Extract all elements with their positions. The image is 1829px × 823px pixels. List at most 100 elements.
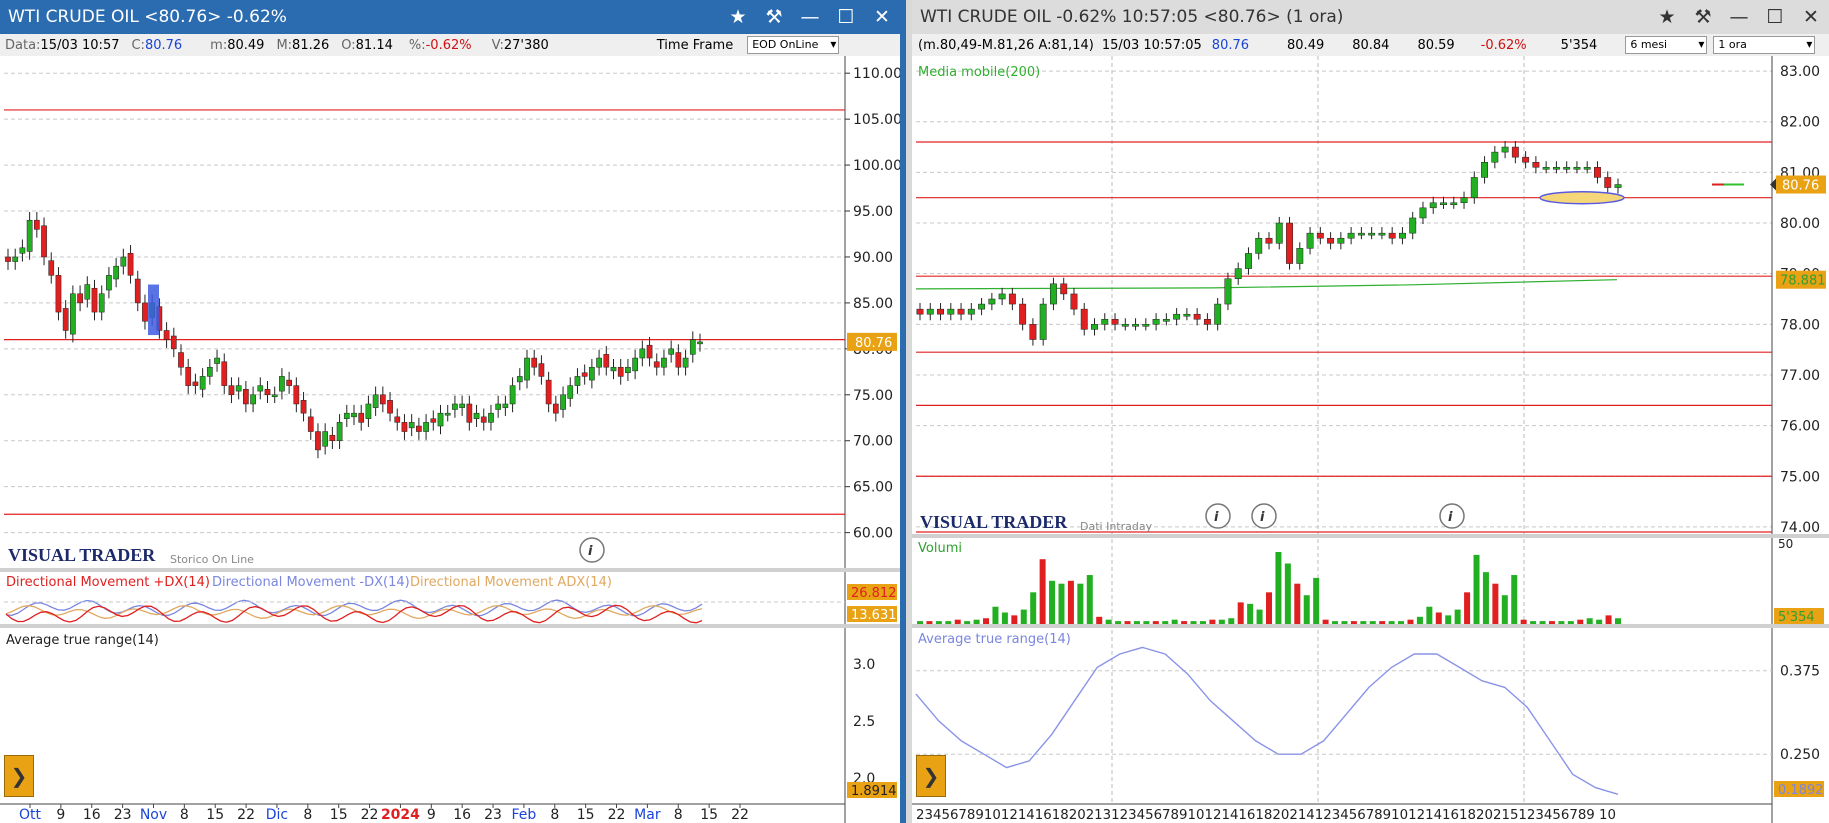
candle-body [437,412,444,427]
candle-body [351,412,357,418]
candle-body [1552,167,1560,170]
draw-tool-icon[interactable]: ⚒ [1685,0,1721,34]
maximize-icon[interactable]: ☐ [828,0,864,34]
candle-body [1337,237,1345,244]
x-axis-label: 23 [484,807,502,823]
candle-body [697,341,703,345]
draw-tool-icon[interactable]: ⚒ [756,0,792,34]
x-axis-labels: 2345678910121416182021312345678910121416… [916,808,1616,823]
candle-body [967,308,975,315]
pct-value: -0.62% [1480,37,1527,53]
candle-body [538,363,545,377]
x-axis-label: 8 [303,807,312,823]
candle-body [661,357,667,368]
candle-body [1224,278,1232,305]
dm-minus-label: Directional Movement -DX(14) [212,575,410,590]
atr-tick-label: 2.5 [853,714,875,730]
candle-body [120,256,127,267]
timeframe-select[interactable]: EOD OnLine [747,36,840,54]
volume-bar [1067,580,1074,624]
candle-body [1060,283,1068,295]
candle-body [473,412,480,419]
info-icon: i [1214,510,1219,525]
price-tick-label: 90.00 [853,250,893,266]
x-axis-label: 9 [427,807,436,823]
candle-body [1275,222,1283,244]
candle-body [625,366,631,373]
period-select[interactable]: 6 mesi [1625,36,1708,54]
volume-bar [1049,580,1056,624]
close-icon[interactable]: ✕ [1793,0,1829,34]
atr-tick-label: 0.250 [1780,747,1820,763]
candle-body [26,219,33,252]
candle-body [1173,313,1181,320]
dm-value-2: 13.631 [851,608,897,623]
candle-body [1029,324,1037,340]
close-icon[interactable]: ✕ [864,0,900,34]
candle-body [545,379,552,405]
right-chart-window: WTI CRUDE OIL -0.62% 10:57:05 <80.76> (1… [912,0,1829,823]
left-chart-window: WTI CRUDE OIL <80.76> -0.62% ★ ⚒ — ☐ ✕ D… [0,0,906,823]
expand-panel-button[interactable]: ❯ [4,755,34,797]
volume-bar [964,621,971,624]
candle-body [1614,184,1622,188]
candle-body [1183,313,1191,317]
volume-bar [1133,621,1140,624]
x-axis-label: 16 [453,807,471,823]
panel-separator [0,568,900,572]
brand-logo: VISUAL TRADER [8,545,156,565]
volume-bar [1473,554,1480,624]
x-axis-label: 22 [608,807,626,823]
maximize-icon[interactable]: ☐ [1757,0,1793,34]
volume-bar [1435,612,1442,624]
volume-bar [1266,592,1272,624]
expand-panel-button[interactable]: ❯ [916,755,946,797]
volume-bar [1558,621,1565,624]
interval-select[interactable]: 1 ora [1713,36,1816,54]
volume-bar [1096,616,1103,624]
volume-bar [1247,603,1254,624]
candle-body [12,256,19,262]
volume-bar [1313,577,1320,624]
favorite-star-icon[interactable]: ★ [720,0,756,34]
minimize-icon[interactable]: — [1721,0,1757,34]
candle-body [632,357,638,372]
volume-bar [1454,609,1461,624]
candle-body [1132,324,1140,327]
candle-body [315,431,321,451]
volume-bar [1284,563,1291,624]
favorite-star-icon[interactable]: ★ [1649,0,1685,34]
candle-body [401,422,408,432]
candle-body [235,385,242,392]
price-tick-label: 95.00 [853,204,893,220]
candle-body [264,389,271,396]
candle-body [1234,268,1242,279]
candle-body [127,253,134,276]
x-axis-label: 22 [361,807,379,823]
price-tick-label: 70.00 [853,434,893,450]
range-text: (m.80,49-M.81,26 A:81,14) [918,37,1094,53]
info-icon: i [1260,510,1265,525]
volume-bar [1539,621,1546,624]
volume-bar [1077,583,1084,624]
candle-body [257,385,264,392]
volume-bar [1548,621,1555,624]
candle-body [84,284,91,300]
candle-body [1091,324,1098,330]
volume-bar [1275,552,1282,624]
minimize-icon[interactable]: — [792,0,828,34]
ma-label: Media mobile(200) [918,65,1040,80]
candle-body [1573,167,1581,170]
panel-separator [0,624,900,628]
candle-body [1357,232,1365,236]
ma-value-tag: 78.881 [1780,274,1826,289]
volume-value: 27'380 [503,37,549,53]
volume-bar [1209,619,1216,624]
candle-body [113,265,119,280]
volume-bar [1228,618,1235,624]
candle-body [416,425,422,432]
candle-body [1532,161,1540,168]
price-tick-label: 85.00 [853,296,893,312]
volume-bar [1086,575,1093,624]
price-tick-label: 76.00 [1780,419,1820,435]
